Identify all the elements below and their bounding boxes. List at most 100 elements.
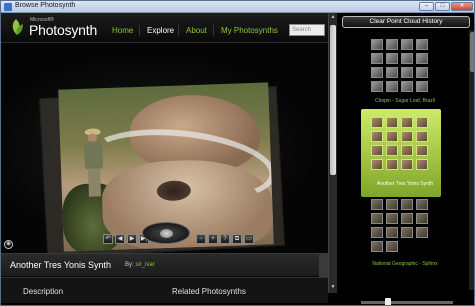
thumbnail[interactable] [416, 131, 428, 142]
thumbnail[interactable] [401, 145, 413, 156]
thumbnail[interactable] [401, 81, 413, 92]
thumbnail[interactable] [416, 213, 428, 224]
previous-button[interactable]: ◀ [115, 234, 125, 244]
synth-viewer[interactable]: ◉ ↶ ◀ ▶ ▶| − + ? ⧉ ▭ [1, 44, 328, 254]
thumbnail[interactable] [371, 39, 383, 50]
thumbnail[interactable] [371, 117, 383, 128]
thumbnail[interactable] [401, 117, 413, 128]
thumbnail[interactable] [371, 213, 383, 224]
help-button[interactable]: ? [220, 234, 230, 244]
detail-tabs: Description Related Photosynths [1, 277, 328, 303]
thumbnail[interactable] [416, 117, 428, 128]
collection-thumbnails-tres-yonis[interactable] [371, 117, 428, 170]
thumbnail[interactable] [386, 199, 398, 210]
thumbnail[interactable] [401, 39, 413, 50]
thumbnail[interactable] [371, 67, 383, 78]
title-bar: Browse Photosynth – □ ✕ [1, 1, 474, 13]
overlay-toggle-icon[interactable]: ◉ [4, 240, 13, 249]
thumbnail[interactable] [401, 159, 413, 170]
nav-home[interactable]: Home [112, 26, 133, 35]
thumbnail[interactable] [386, 131, 398, 142]
thumbnail[interactable] [371, 145, 383, 156]
search-input[interactable]: Search [289, 24, 325, 36]
collection-label-sugar-loaf[interactable]: Chopin - Sugar Loaf, Brazil [342, 98, 468, 104]
thumbnail[interactable] [386, 39, 398, 50]
collection-label-sphinx[interactable]: National Geographic - Sphinx [342, 261, 468, 267]
zoom-in-button[interactable]: + [208, 234, 218, 244]
info-expand[interactable] [319, 254, 328, 277]
thumbnail[interactable] [371, 241, 383, 252]
thumbnail[interactable] [416, 53, 428, 64]
thumbnail[interactable] [386, 53, 398, 64]
thumbnail[interactable] [386, 81, 398, 92]
thumbnail[interactable] [386, 145, 398, 156]
thumbnail[interactable] [401, 67, 413, 78]
thumbnail[interactable] [401, 131, 413, 142]
nav-divider [139, 25, 140, 36]
brand-logo[interactable]: Photosynth [29, 22, 97, 38]
thumbnail[interactable] [416, 81, 428, 92]
play-button[interactable]: ▶ [127, 234, 137, 244]
tab-related-photosynths[interactable]: Related Photosynths [172, 287, 246, 296]
nav-divider [178, 25, 179, 36]
nav-divider [213, 25, 214, 36]
point-cloud-panel: Clear Point Cloud History Chopin - Sugar… [337, 13, 474, 305]
nav-explore[interactable]: Explore [147, 26, 174, 35]
maximize-button[interactable]: □ [435, 2, 450, 11]
thumbnail[interactable] [416, 227, 428, 238]
clear-history-button[interactable]: Clear Point Cloud History [342, 16, 470, 28]
scrollbar-thumb[interactable] [330, 25, 336, 175]
thumbnail[interactable] [401, 213, 413, 224]
history-slider[interactable] [361, 298, 453, 305]
synth-info-bar: Another Tres Yonis Synth By: sir_ivar [1, 253, 328, 277]
thumbnail[interactable] [386, 213, 398, 224]
zoom-out-button[interactable]: − [196, 234, 206, 244]
rotate-back-button[interactable]: ↶ [103, 234, 113, 244]
nav-about[interactable]: About [186, 26, 207, 35]
history-slider-knob[interactable] [385, 298, 391, 305]
thumbnail[interactable] [416, 67, 428, 78]
thumbnail[interactable] [371, 227, 383, 238]
main-scrollbar[interactable]: ▲ ▼ [328, 13, 337, 293]
close-button[interactable]: ✕ [451, 2, 473, 11]
person-figure [82, 128, 106, 199]
by-label: By: [125, 262, 134, 268]
photosynth-leaf-icon [12, 19, 23, 35]
panel-scrollbar[interactable] [469, 30, 474, 290]
thumbnail[interactable] [371, 53, 383, 64]
thumbnail[interactable] [371, 159, 383, 170]
scroll-down-icon[interactable]: ▼ [330, 284, 336, 292]
app-icon [4, 3, 12, 11]
thumbnail[interactable] [401, 227, 413, 238]
thumbnail[interactable] [416, 159, 428, 170]
thumbnail[interactable] [386, 159, 398, 170]
author-link[interactable]: sir_ivar [135, 262, 154, 268]
thumbnail[interactable] [371, 81, 383, 92]
overlay-button[interactable]: ⧉ [232, 234, 242, 244]
thumbnail[interactable] [371, 199, 383, 210]
thumbnail[interactable] [416, 199, 428, 210]
thumbnail[interactable] [386, 67, 398, 78]
scroll-up-icon[interactable]: ▲ [330, 14, 336, 22]
thumbnail[interactable] [386, 241, 398, 252]
window-controls: – □ ✕ [419, 2, 473, 11]
synth-byline: By: sir_ivar [125, 262, 155, 268]
panel-scrollbar-thumb[interactable] [470, 32, 474, 72]
thumbnail[interactable] [416, 145, 428, 156]
thumbnail[interactable] [386, 227, 398, 238]
navigation-pad[interactable] [142, 222, 190, 244]
thumbnail[interactable] [416, 39, 428, 50]
navigation-knob[interactable] [160, 229, 173, 238]
thumbnail[interactable] [401, 53, 413, 64]
minimize-button[interactable]: – [419, 2, 434, 11]
thumbnail[interactable] [371, 131, 383, 142]
thumbnail [401, 241, 413, 252]
tab-description[interactable]: Description [23, 287, 63, 296]
fullscreen-button[interactable]: ▭ [244, 234, 254, 244]
thumbnail[interactable] [401, 199, 413, 210]
collection-thumbnails-sphinx[interactable] [371, 199, 428, 252]
collection-label-tres-yonis[interactable]: Another Tres Yonis Synth [342, 181, 468, 187]
collection-thumbnails-sugar-loaf[interactable] [371, 39, 428, 92]
thumbnail[interactable] [386, 117, 398, 128]
nav-my-photosynths[interactable]: My Photosynths [221, 26, 278, 35]
